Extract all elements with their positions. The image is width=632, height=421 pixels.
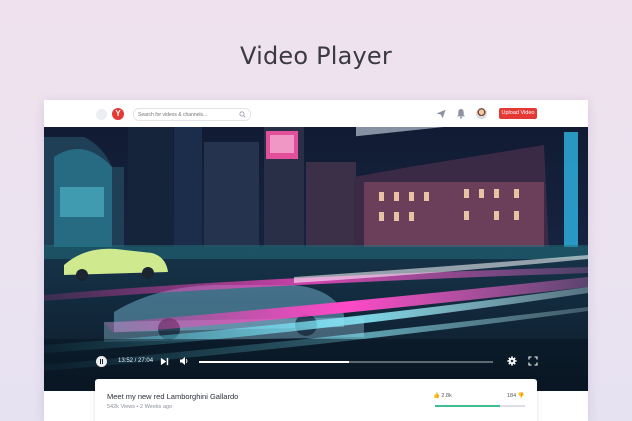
dislike-count: 184 [507, 393, 517, 399]
skip-next-icon[interactable] [160, 357, 169, 366]
progress-bar-fill [199, 361, 349, 363]
video-app-window: Y Upload Video [44, 100, 588, 421]
page-title: Video Player [240, 42, 392, 70]
upload-video-button[interactable]: Upload Video [499, 108, 537, 119]
rating-bar-fill [435, 405, 500, 407]
rating-bar [435, 405, 525, 407]
time-display: 13:52 / 27:04 [118, 358, 154, 364]
dislike-button[interactable]: 184 👎 [507, 393, 525, 399]
search-icon[interactable] [239, 111, 246, 118]
gear-icon[interactable] [507, 356, 517, 366]
like-count: 2.8k [441, 393, 452, 399]
menu-icon[interactable] [96, 109, 107, 120]
video-title[interactable]: Meet my new red Lamborghini Gallardo [107, 392, 238, 401]
logo[interactable]: Y [112, 108, 124, 120]
fullscreen-icon[interactable] [528, 356, 538, 366]
volume-icon[interactable] [179, 356, 189, 366]
search-box[interactable] [133, 108, 251, 121]
search-input[interactable] [138, 109, 234, 120]
like-button[interactable]: 👍 2.8k [433, 393, 452, 399]
video-info-card: Meet my new red Lamborghini Gallardo 542… [95, 379, 537, 421]
video-frame[interactable]: 13:52 / 27:04 [44, 127, 588, 391]
player-controls: 13:52 / 27:04 [44, 350, 588, 372]
video-meta: 542k Views • 2 Weeks ago [107, 404, 173, 410]
bell-icon[interactable] [456, 108, 466, 119]
thumbs-down-icon: 👎 [517, 393, 525, 399]
top-navigation-bar: Y Upload Video [44, 100, 588, 127]
pause-icon[interactable] [96, 356, 107, 367]
avatar[interactable] [476, 108, 487, 119]
send-icon[interactable] [436, 109, 446, 119]
progress-bar[interactable] [199, 361, 493, 363]
thumbs-up-icon: 👍 [433, 393, 440, 399]
